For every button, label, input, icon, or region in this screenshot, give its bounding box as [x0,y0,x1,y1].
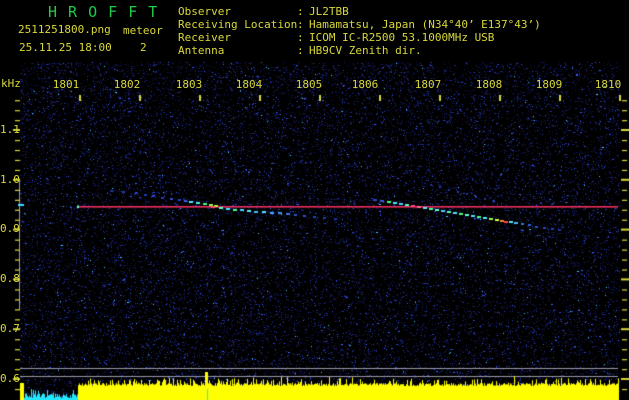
freq-label: 0.8 [0,272,20,285]
info-row-observer: Observer: JL2TBB [178,5,541,18]
info-colon: : [297,5,304,18]
info-row-receiving-location: Receiving Location: Hamamatsu, Japan (N34… [178,18,541,31]
time-label: 1802 [113,78,141,91]
info-row-antenna: Antenna: HB9CV Zenith dir. [178,44,541,57]
info-label: Observer [178,5,231,18]
observation-datetime: 25.11.25 18:00 [19,41,112,54]
time-label: 1810 [594,78,622,91]
app-title: H R O F F T [48,3,159,21]
time-label: 1803 [175,78,203,91]
info-value: JL2TBB [309,5,349,18]
freq-label: 0.6 [0,372,20,385]
freq-label: 0.9 [0,222,20,235]
info-value: Hamamatsu, Japan (N34°40’ E137°43’) [309,18,541,31]
time-label: 1801 [52,78,80,91]
freq-unit-label: kHz [1,77,21,90]
hrofft-screenshot: H R O F F T 2511251800.png meteor 25.11.… [0,0,629,400]
mode-label: meteor [123,24,163,37]
time-label: 1805 [295,78,323,91]
info-label: Receiver [178,31,231,44]
info-label: Antenna [178,44,225,57]
info-colon: : [297,44,304,57]
meteor-count: 2 [140,41,147,54]
info-value: HB9CV Zenith dir. [309,44,422,57]
info-colon: : [297,18,304,31]
spectrogram-canvas [0,0,629,400]
time-label: 1804 [235,78,263,91]
freq-label: 1.1 [0,123,20,136]
info-colon: : [297,31,304,44]
freq-label: 1.0 [0,173,20,186]
time-label: 1809 [535,78,563,91]
time-label: 1807 [414,78,442,91]
time-label: 1806 [351,78,379,91]
time-label: 1808 [475,78,503,91]
info-label: Receiving Location [178,18,298,31]
freq-label: 0.7 [0,322,20,335]
info-row-receiver: Receiver: ICOM IC-R2500 53.1000MHz USB [178,31,541,44]
output-filename: 2511251800.png [18,23,111,36]
info-value: ICOM IC-R2500 53.1000MHz USB [309,31,495,44]
station-info: Observer: JL2TBB Receiving Location: Hamam… [178,5,541,57]
